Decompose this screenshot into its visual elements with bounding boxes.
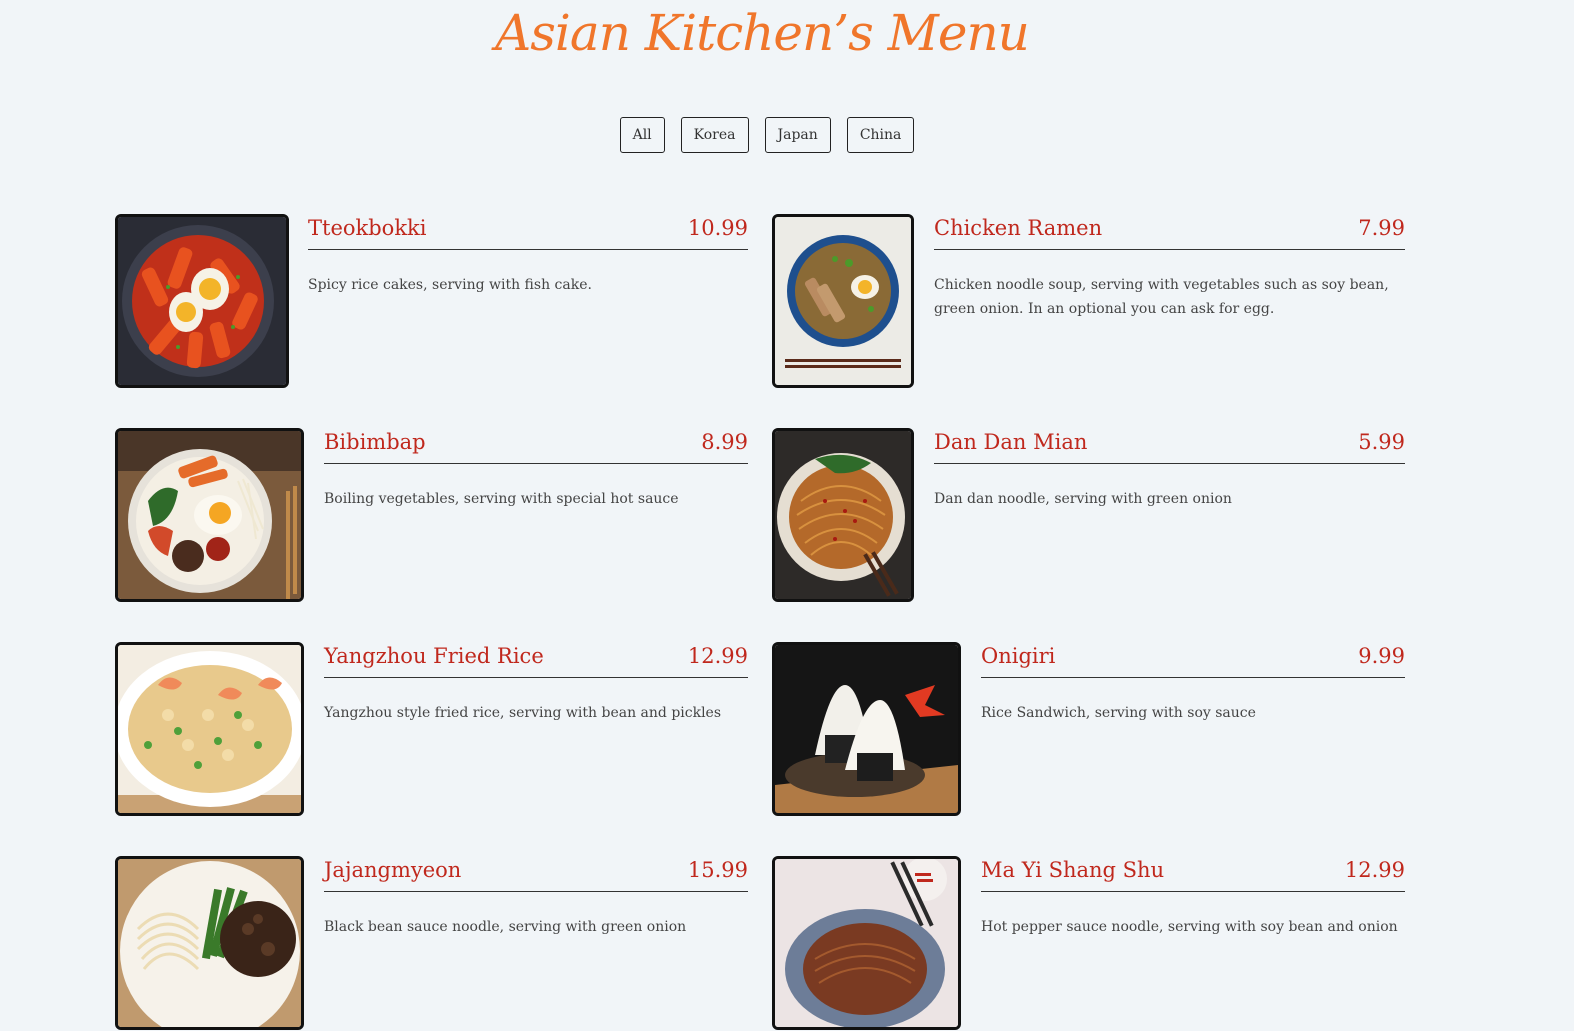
item-name: Yangzhou Fried Rice (324, 644, 544, 668)
item-header: Ma Yi Shang Shu 12.99 (981, 856, 1405, 892)
menu-item: Onigiri 9.99 Rice Sandwich, serving with… (772, 642, 1406, 817)
filter-china-button[interactable]: China (846, 117, 915, 153)
item-header: Chicken Ramen 7.99 (934, 214, 1405, 250)
filter-korea-button[interactable]: Korea (680, 117, 749, 153)
item-description: Chicken noodle soup, serving with vegeta… (934, 277, 1389, 317)
item-description: Black bean sauce noodle, serving with gr… (324, 919, 687, 935)
item-description: Rice Sandwich, serving with soy sauce (981, 705, 1256, 721)
item-info: Onigiri 9.99 Rice Sandwich, serving with… (981, 642, 1405, 725)
item-name: Bibimbap (324, 430, 426, 454)
item-price: 7.99 (1358, 216, 1405, 240)
item-info: Yangzhou Fried Rice 12.99 Yangzhou style… (324, 642, 748, 725)
category-filter-bar: All Korea Japan China (0, 117, 1534, 153)
item-header: Dan Dan Mian 5.99 (934, 428, 1405, 464)
item-header: Onigiri 9.99 (981, 642, 1405, 678)
item-info: Dan Dan Mian 5.99 Dan dan noodle, servin… (934, 428, 1405, 511)
item-header: Jajangmyeon 15.99 (324, 856, 748, 892)
chicken-ramen-photo (772, 214, 914, 388)
item-description: Hot pepper sauce noodle, serving with so… (981, 919, 1398, 935)
filter-japan-button[interactable]: Japan (764, 117, 831, 153)
bibimbap-photo (115, 428, 304, 602)
item-header: Yangzhou Fried Rice 12.99 (324, 642, 748, 678)
item-info: Jajangmyeon 15.99 Black bean sauce noodl… (324, 856, 748, 939)
ma-yi-shang-shu-photo (772, 856, 961, 1030)
item-info: Bibimbap 8.99 Boiling vegetables, servin… (324, 428, 748, 511)
item-price: 10.99 (687, 216, 748, 240)
item-info: Chicken Ramen 7.99 Chicken noodle soup, … (934, 214, 1405, 321)
item-description: Dan dan noodle, serving with green onion (934, 491, 1232, 507)
item-name: Chicken Ramen (934, 216, 1103, 240)
item-header: Bibimbap 8.99 (324, 428, 748, 464)
tteokbokki-photo (115, 214, 289, 388)
item-description: Boiling vegetables, serving with special… (324, 491, 679, 507)
item-name: Dan Dan Mian (934, 430, 1088, 454)
onigiri-photo (772, 642, 961, 816)
item-name: Tteokbokki (308, 216, 427, 240)
item-price: 15.99 (687, 858, 748, 882)
item-price: 5.99 (1358, 430, 1405, 454)
page-title: Asian Kitchen’s Menu (495, 4, 1030, 62)
item-name: Onigiri (981, 644, 1056, 668)
item-info: Tteokbokki 10.99 Spicy rice cakes, servi… (308, 214, 748, 297)
item-header: Tteokbokki 10.99 (308, 214, 748, 250)
item-price: 12.99 (687, 644, 748, 668)
item-description: Spicy rice cakes, serving with fish cake… (308, 277, 592, 293)
menu-item: Tteokbokki 10.99 Spicy rice cakes, servi… (115, 214, 749, 389)
jajangmyeon-photo (115, 856, 304, 1030)
dan-dan-mian-photo (772, 428, 914, 602)
item-name: Ma Yi Shang Shu (981, 858, 1165, 882)
menu-item: Jajangmyeon 15.99 Black bean sauce noodl… (115, 856, 749, 1031)
menu-item: Ma Yi Shang Shu 12.99 Hot pepper sauce n… (772, 856, 1406, 1031)
yangzhou-fried-rice-photo (115, 642, 304, 816)
menu-item: Yangzhou Fried Rice 12.99 Yangzhou style… (115, 642, 749, 817)
item-info: Ma Yi Shang Shu 12.99 Hot pepper sauce n… (981, 856, 1405, 939)
item-price: 12.99 (1344, 858, 1405, 882)
menu-item: Bibimbap 8.99 Boiling vegetables, servin… (115, 428, 749, 603)
item-price: 9.99 (1358, 644, 1405, 668)
menu-item: Chicken Ramen 7.99 Chicken noodle soup, … (772, 214, 1406, 389)
filter-all-button[interactable]: All (619, 117, 665, 153)
item-price: 8.99 (701, 430, 748, 454)
item-description: Yangzhou style fried rice, serving with … (324, 705, 722, 721)
menu-item: Dan Dan Mian 5.99 Dan dan noodle, servin… (772, 428, 1406, 603)
item-name: Jajangmyeon (324, 858, 462, 882)
